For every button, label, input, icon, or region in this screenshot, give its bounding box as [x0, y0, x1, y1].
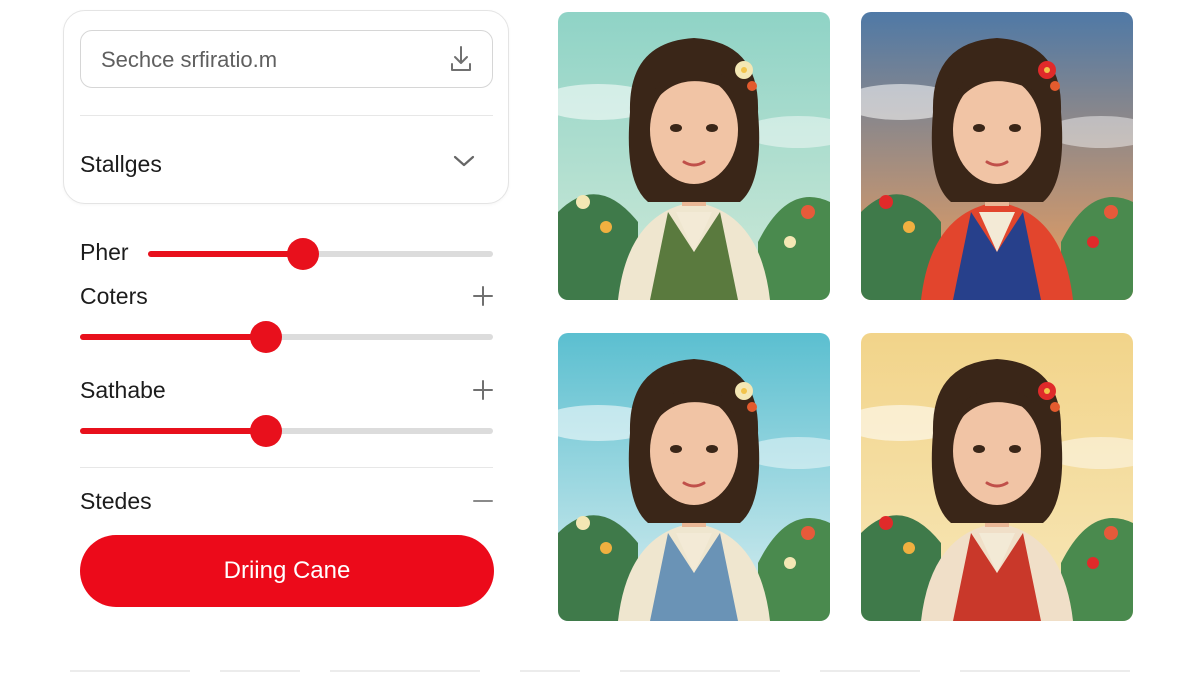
download-icon[interactable] [448, 45, 474, 75]
divider [960, 670, 1130, 672]
slider-thumb[interactable] [287, 238, 320, 270]
sathabe-label: Sathabe [80, 377, 166, 403]
plus-icon[interactable] [472, 285, 494, 307]
divider [70, 670, 190, 672]
steps-label[interactable]: Stedes [80, 488, 152, 515]
minus-icon[interactable] [472, 490, 494, 512]
divider [620, 670, 780, 672]
pher-label: Pher [80, 239, 129, 265]
divider [330, 670, 480, 672]
gallery-image[interactable] [558, 333, 830, 621]
pher-slider[interactable] [148, 238, 493, 270]
plus-icon[interactable] [472, 379, 494, 401]
divider [820, 670, 920, 672]
portrait-golden-portrait [861, 333, 1133, 621]
chevron-down-icon[interactable] [453, 154, 475, 168]
divider [220, 670, 300, 672]
coters-slider[interactable] [80, 321, 493, 353]
slider-fill [80, 428, 266, 434]
coters-label: Coters [80, 283, 148, 309]
portrait-sunset-portrait [861, 12, 1133, 300]
sathabe-slider[interactable] [80, 415, 493, 447]
styles-label[interactable]: Stallges [80, 151, 162, 178]
search-input[interactable] [99, 43, 443, 77]
search-field[interactable] [80, 30, 493, 88]
slider-fill [148, 251, 304, 257]
slider-fill [80, 334, 266, 340]
gallery-image[interactable] [861, 12, 1133, 300]
gallery-image[interactable] [558, 12, 830, 300]
divider [80, 115, 493, 116]
divider [80, 467, 493, 468]
slider-thumb[interactable] [249, 415, 282, 447]
portrait-blue-portrait [558, 333, 830, 621]
slider-thumb[interactable] [249, 321, 282, 353]
gallery-image[interactable] [861, 333, 1133, 621]
divider [520, 670, 580, 672]
portrait-teal-portrait [558, 12, 830, 300]
generate-button[interactable]: Driing Cane [80, 535, 494, 607]
